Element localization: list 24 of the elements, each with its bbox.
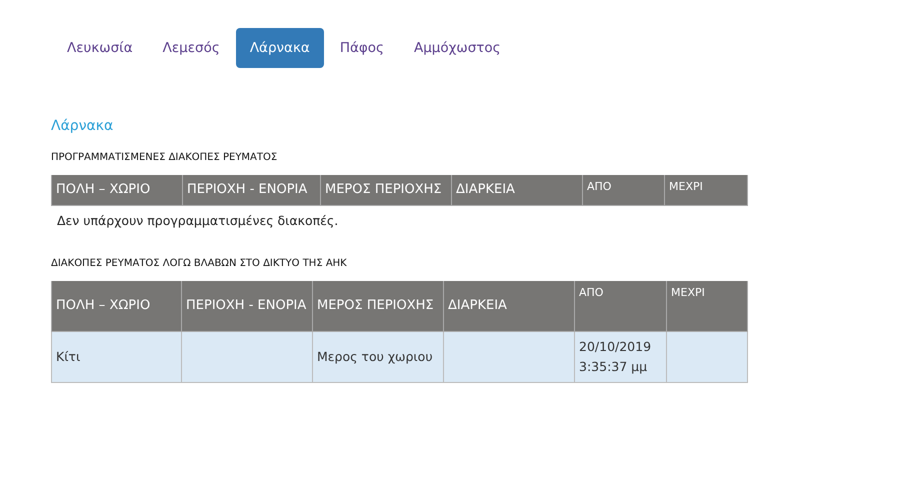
table-title: ΠΡΟΓΡΑΜΜΑΤΙΣΜΕΝΕΣ ΔΙΑΚΟΠΕΣ ΡΕΥΜΑΤΟΣ	[51, 152, 278, 163]
column-header: ΠΟΛΗ – ΧΩΡΙΟ	[52, 281, 182, 332]
table-title: ΔΙΑΚΟΠΕΣ ΡΕΥΜΑΤΟΣ ΛΟΓΩ ΒΛΑΒΩΝ ΣΤΟ ΔΙΚΤΥΟ ΤΗΣ ΑΗΚ	[51, 258, 348, 269]
section-heading: Λάρνακα	[51, 118, 114, 134]
city-tab[interactable]: Αμμόχωστος	[400, 28, 515, 68]
column-header: ΠΟΛΗ – ΧΩΡΙΟ	[52, 175, 182, 206]
table-cell: 20/10/2019 3:35:37 μμ	[574, 332, 666, 382]
column-header: ΜΕΧΡΙ	[664, 175, 748, 206]
city-tab[interactable]: Λευκωσία	[53, 28, 147, 68]
column-header: ΜΕΧΡΙ	[666, 281, 748, 332]
table-cell: Κίτι	[52, 332, 182, 382]
city-tab[interactable]: Λεμεσός	[148, 28, 234, 68]
column-header: ΜΕΡΟΣ ΠΕΡΙΟΧΗΣ	[320, 175, 452, 206]
column-header: ΑΠΟ	[574, 281, 666, 332]
table-cell: Μερος του χωριου	[312, 332, 444, 382]
city-tab[interactable]: Λάρνακα	[236, 28, 324, 68]
empty-message: Δεν υπάρχουν προγραμματισμένες διακοπές.	[56, 212, 340, 228]
column-header: ΔΙΑΡΚΕΙΑ	[452, 175, 582, 206]
column-header: ΠΕΡΙΟΧΗ - ΕΝΟΡΙΑ	[182, 175, 320, 206]
column-header: ΠΕΡΙΟΧΗ - ΕΝΟΡΙΑ	[182, 281, 312, 332]
city-tab[interactable]: Πάφος	[326, 28, 398, 68]
column-header: ΑΠΟ	[582, 175, 664, 206]
column-header: ΔΙΑΡΚΕΙΑ	[444, 281, 574, 332]
column-header: ΜΕΡΟΣ ΠΕΡΙΟΧΗΣ	[312, 281, 444, 332]
